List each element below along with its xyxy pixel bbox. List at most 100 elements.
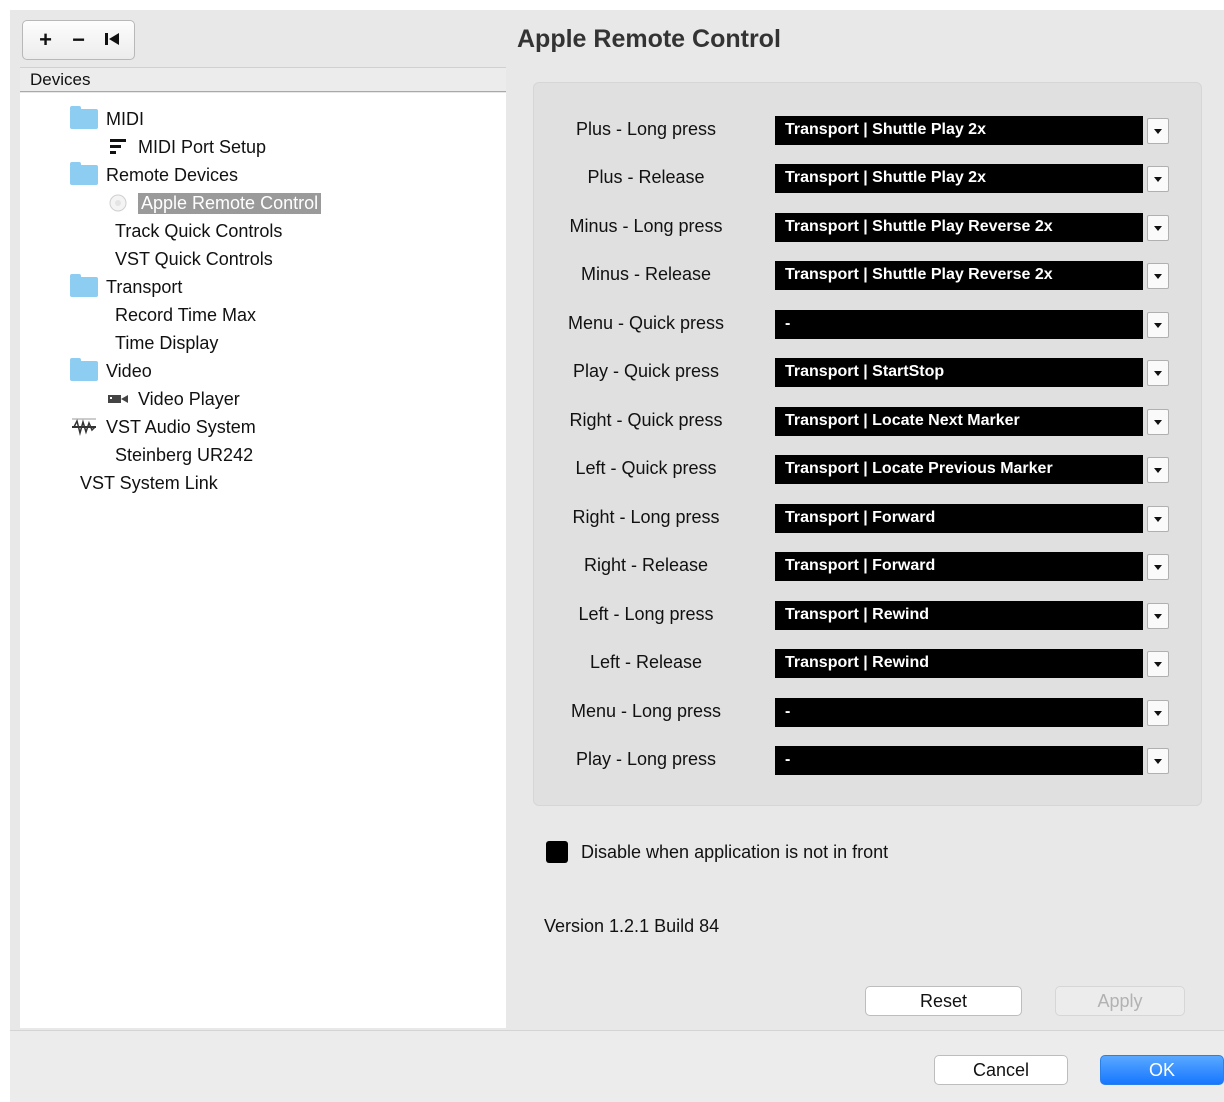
dropdown-button[interactable] [1147, 506, 1169, 532]
tree-item-remote-devices[interactable]: Remote Devices [70, 162, 238, 188]
mapping-label: Left - Release [589, 652, 703, 672]
chevron-down-icon [1154, 564, 1162, 570]
mapping-row: Right - Release Transport | Forward [534, 552, 1203, 582]
tree-item-vst-quick-controls[interactable]: VST Quick Controls [115, 246, 273, 272]
chevron-down-icon [1154, 225, 1162, 231]
mapping-value-field[interactable]: Transport | Shuttle Play Reverse 2x [775, 261, 1143, 290]
mapping-value-field[interactable]: Transport | Shuttle Play Reverse 2x [775, 213, 1143, 242]
chevron-down-icon [1154, 710, 1162, 716]
dropdown-button[interactable] [1147, 457, 1169, 483]
mapping-value-field[interactable]: Transport | Shuttle Play 2x [775, 164, 1143, 193]
folder-icon [70, 274, 98, 297]
chevron-down-icon [1154, 273, 1162, 279]
reset-button[interactable]: Reset [865, 986, 1022, 1016]
tree-item-transport[interactable]: Transport [70, 274, 182, 300]
video-player-icon [106, 389, 130, 409]
tree-item-label: Track Quick Controls [115, 220, 283, 241]
disable-when-not-in-front-checkbox[interactable] [546, 841, 568, 863]
disable-when-not-in-front-label: Disable when application is not in front [581, 842, 889, 862]
mapping-label: Minus - Long press [569, 216, 723, 236]
tree-item-label: Record Time Max [115, 304, 257, 325]
dropdown-button[interactable] [1147, 166, 1169, 192]
cancel-button[interactable]: Cancel [934, 1055, 1068, 1085]
tree-item-label: VST System Link [80, 472, 218, 493]
tree-item-record-time-max[interactable]: Record Time Max [115, 302, 256, 328]
tree-item-vst-audio-system[interactable]: VST Audio System [70, 414, 256, 440]
tree-item-label: Time Display [115, 332, 219, 353]
tree-item-label: MIDI [106, 108, 144, 129]
mapping-row: Plus - Release Transport | Shuttle Play … [534, 164, 1203, 194]
mapping-value-field[interactable]: Transport | Forward [775, 552, 1143, 581]
chevron-down-icon [1154, 128, 1162, 134]
mapping-value-field[interactable]: Transport | Rewind [775, 601, 1143, 630]
reset-icon [104, 32, 119, 45]
chevron-down-icon [1154, 613, 1162, 619]
dropdown-button[interactable] [1147, 263, 1169, 289]
dropdown-button[interactable] [1147, 700, 1169, 726]
tree-item-label: VST Audio System [106, 416, 256, 437]
mapping-value-field[interactable]: - [775, 698, 1143, 727]
midi-port-icon [106, 137, 130, 157]
mapping-value-field[interactable]: - [775, 310, 1143, 339]
mapping-value-field[interactable]: Transport | Locate Next Marker [775, 407, 1143, 436]
remove-device-button[interactable]: − [65, 29, 93, 51]
dropdown-button[interactable] [1147, 312, 1169, 338]
apply-button[interactable]: Apply [1055, 986, 1185, 1016]
mapping-value-field[interactable]: - [775, 746, 1143, 775]
mapping-value-field[interactable]: Transport | Shuttle Play 2x [775, 116, 1143, 145]
dropdown-button[interactable] [1147, 748, 1169, 774]
dropdown-button[interactable] [1147, 360, 1169, 386]
mapping-value-field[interactable]: Transport | Forward [775, 504, 1143, 533]
toolbar: + − [22, 20, 135, 60]
mapping-label: Play - Quick press [572, 361, 720, 381]
mapping-row: Minus - Release Transport | Shuttle Play… [534, 261, 1203, 291]
tree-item-video[interactable]: Video [70, 358, 152, 384]
mapping-row: Menu - Long press - [534, 698, 1203, 728]
chevron-down-icon [1154, 370, 1162, 376]
chevron-down-icon [1154, 516, 1162, 522]
tree-item-vst-system-link[interactable]: VST System Link [80, 470, 218, 496]
folder-icon [70, 358, 98, 381]
mapping-value-field[interactable]: Transport | Rewind [775, 649, 1143, 678]
tree-item-midi[interactable]: MIDI [70, 106, 144, 132]
mapping-value-field[interactable]: Transport | Locate Previous Marker [775, 455, 1143, 484]
tree-item-video-player[interactable]: Video Player [106, 386, 240, 412]
tree-item-label: VST Quick Controls [115, 248, 273, 269]
tree-item-label: Transport [106, 276, 183, 297]
devices-tree: MIDI MIDI Port Setup Remote Devices Appl… [20, 93, 506, 1028]
tree-item-midi-port-setup[interactable]: MIDI Port Setup [106, 134, 266, 160]
mapping-row: Right - Quick press Transport | Locate N… [534, 407, 1203, 437]
chevron-down-icon [1154, 176, 1162, 182]
ok-button[interactable]: OK [1100, 1055, 1224, 1085]
chevron-down-icon [1154, 322, 1162, 328]
version-text: Version 1.2.1 Build 84 [544, 916, 720, 936]
mapping-row: Play - Long press - [534, 746, 1203, 776]
add-device-button[interactable]: + [32, 29, 60, 51]
dropdown-button[interactable] [1147, 118, 1169, 144]
mapping-label: Menu - Long press [570, 701, 722, 721]
dropdown-button[interactable] [1147, 215, 1169, 241]
tree-item-label: Video [106, 360, 152, 381]
tree-item-label: Steinberg UR242 [115, 444, 254, 465]
mapping-panel: Plus - Long press Transport | Shuttle Pl… [533, 82, 1202, 806]
dropdown-button[interactable] [1147, 603, 1169, 629]
tree-item-time-display[interactable]: Time Display [115, 330, 218, 356]
chevron-down-icon [1154, 661, 1162, 667]
reset-device-button[interactable] [98, 31, 126, 50]
folder-icon [70, 162, 98, 185]
mapping-label: Play - Long press [575, 749, 717, 769]
mapping-value-field[interactable]: Transport | StartStop [775, 358, 1143, 387]
dropdown-button[interactable] [1147, 409, 1169, 435]
page-title: Apple Remote Control [517, 25, 781, 53]
chevron-down-icon [1154, 758, 1162, 764]
tree-item-label: Apple Remote Control [138, 192, 322, 214]
tree-item-label: Video Player [138, 388, 240, 409]
tree-item-apple-remote-control[interactable]: Apple Remote Control [106, 190, 322, 216]
dropdown-button[interactable] [1147, 554, 1169, 580]
tree-item-track-quick-controls[interactable]: Track Quick Controls [115, 218, 282, 244]
mapping-row: Plus - Long press Transport | Shuttle Pl… [534, 116, 1203, 146]
mapping-row: Minus - Long press Transport | Shuttle P… [534, 213, 1203, 243]
mapping-label: Plus - Release [587, 167, 705, 187]
tree-item-steinberg-ur242[interactable]: Steinberg UR242 [115, 442, 253, 468]
dropdown-button[interactable] [1147, 651, 1169, 677]
